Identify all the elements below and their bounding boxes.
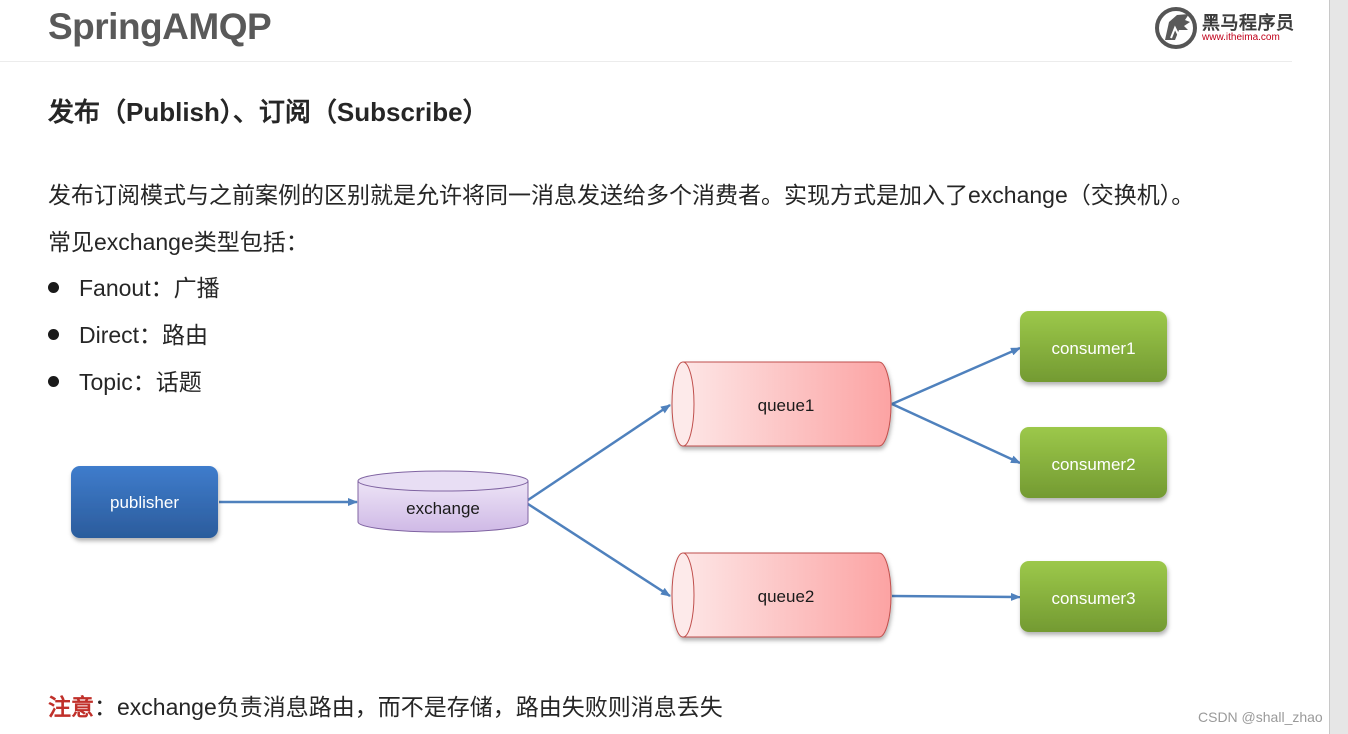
node-consumer1: consumer1 xyxy=(1020,311,1167,382)
edge-queue2-consumer3 xyxy=(891,592,1021,601)
edge-queue1-consumer1 xyxy=(891,346,1021,406)
node-label-consumer1: consumer1 xyxy=(1051,339,1135,358)
node-publisher: publisher xyxy=(71,466,218,538)
node-label-publisher: publisher xyxy=(110,493,179,512)
pubsub-diagram: publisher exchange queue1 queue2 consume… xyxy=(71,311,1167,638)
node-label-queue1: queue1 xyxy=(758,396,815,415)
node-exchange: exchange xyxy=(357,470,529,533)
node-label-consumer3: consumer3 xyxy=(1051,589,1135,608)
note-text: 注意：exchange负责消息路由，而不是存储，路由失败则消息丢失 xyxy=(48,688,723,722)
node-label-exchange: exchange xyxy=(406,499,480,518)
edge-exchange-queue1 xyxy=(527,403,671,502)
note-body: ：exchange负责消息路由，而不是存储，路由失败则消息丢失 xyxy=(94,694,723,720)
watermark: CSDN @shall_zhao xyxy=(1198,709,1323,725)
node-label-consumer2: consumer2 xyxy=(1051,455,1135,474)
note-label: 注意 xyxy=(48,694,94,720)
node-consumer3: consumer3 xyxy=(1020,561,1167,632)
edge-exchange-queue2 xyxy=(527,502,671,598)
edge-queue1-consumer2 xyxy=(891,402,1021,465)
node-label-queue2: queue2 xyxy=(758,587,815,606)
node-consumer2: consumer2 xyxy=(1020,427,1167,498)
